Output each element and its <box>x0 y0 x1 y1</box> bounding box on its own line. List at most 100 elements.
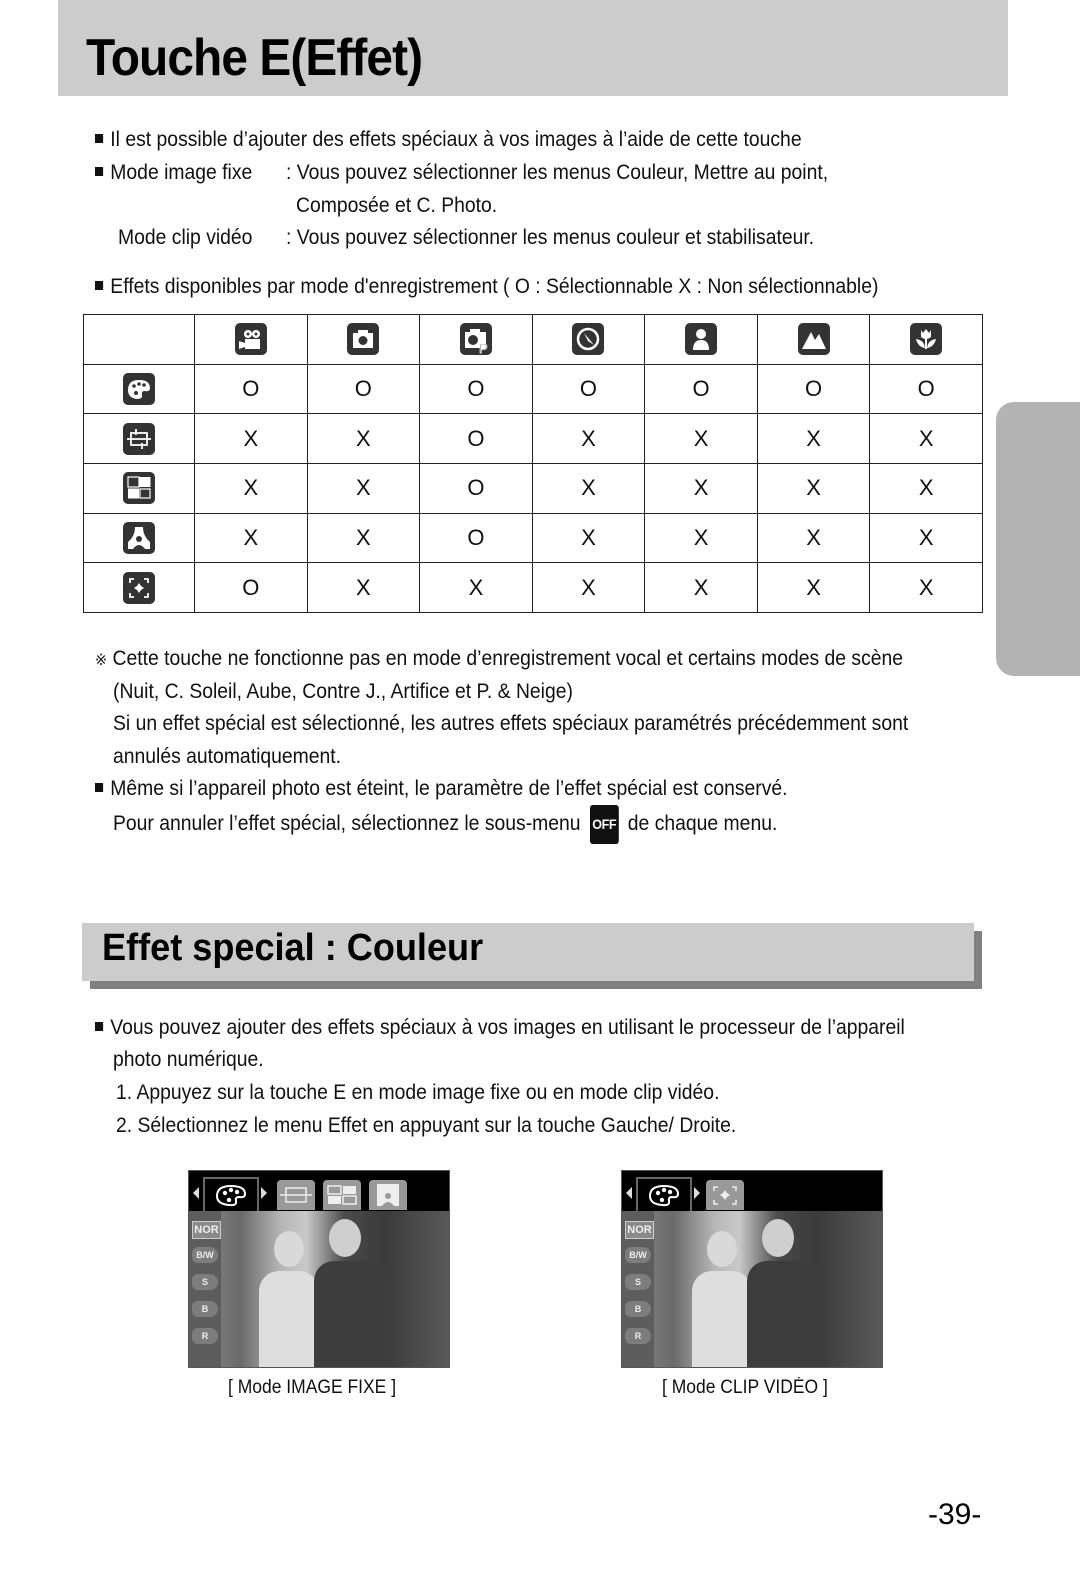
cell: X <box>194 462 308 514</box>
color-palette-icon <box>648 1184 680 1207</box>
table-row: X X O X X X X <box>83 512 983 564</box>
caption-still: [ Mode IMAGE FIXE ] <box>228 1377 397 1398</box>
menu-item-normal[interactable]: NOR <box>625 1221 654 1239</box>
cell: X <box>644 512 758 564</box>
cell: O <box>419 413 533 464</box>
program-camera-icon: P <box>459 323 492 356</box>
stabilizer-icon <box>706 1180 744 1210</box>
right-arrow-icon <box>261 1187 267 1199</box>
cell: X <box>194 512 308 564</box>
row-highlight <box>83 413 195 464</box>
col-night <box>531 314 646 365</box>
cell: X <box>869 413 983 464</box>
mode-video-text: : Vous pouvez sélectionner les menus cou… <box>286 225 815 249</box>
menu-item-bw[interactable]: B/W <box>625 1247 651 1263</box>
cell: O <box>194 363 308 415</box>
composite-icon <box>123 472 155 505</box>
intro-text: Il est possible d’ajouter des effets spé… <box>110 127 802 151</box>
col-portrait <box>644 314 758 365</box>
menu-item-red[interactable]: R <box>625 1328 651 1344</box>
side-tab <box>996 402 1080 676</box>
section-text: photo numérique. <box>113 1047 264 1071</box>
color-menu-column: NOR B/W S B R <box>622 1211 654 1367</box>
table-row: O O O O O O O <box>83 363 983 415</box>
intro-line: Il est possible d’ajouter des effets spé… <box>95 123 802 156</box>
auto-camera-icon <box>347 323 380 356</box>
cell: X <box>306 462 421 514</box>
photo-subject-suit <box>747 1261 822 1367</box>
menu-item-red[interactable]: R <box>192 1328 218 1344</box>
note-text: Si un effet spécial est sélectionné, les… <box>113 711 909 735</box>
left-arrow-icon <box>626 1187 632 1199</box>
menu-item-sepia[interactable]: S <box>192 1274 218 1290</box>
cell: X <box>531 562 646 613</box>
photo-subject <box>329 1219 361 1257</box>
left-arrow-icon <box>193 1187 199 1199</box>
lcd-screen-still: NOR B/W S B R <box>188 1170 450 1368</box>
cell: O <box>306 363 421 415</box>
mode-still-text-2: Composée et C. Photo. <box>296 193 498 217</box>
note-text: Même si l’appareil photo est éteint, le … <box>110 776 788 800</box>
photo-subject <box>274 1231 304 1267</box>
menu-item-sepia[interactable]: S <box>625 1274 651 1290</box>
bullet-icon <box>95 166 104 176</box>
cell: X <box>644 562 758 613</box>
cell: X <box>306 562 421 613</box>
caption-video: [ Mode CLIP VIDÉO ] <box>662 1377 828 1398</box>
cell: X <box>869 562 983 613</box>
menu-item-blue[interactable]: B <box>625 1301 651 1317</box>
section-header: Effet special : Couleur <box>82 923 974 981</box>
cell: X <box>869 512 983 564</box>
step-2: 2. Sélectionnez le menu Effet en appuyan… <box>116 1113 737 1137</box>
cell: X <box>756 562 871 613</box>
cell: O <box>419 462 533 514</box>
menu-item-normal[interactable]: NOR <box>192 1221 221 1239</box>
cell: X <box>644 462 758 514</box>
col-program: P <box>419 314 533 365</box>
menu-item-blue[interactable]: B <box>192 1301 218 1317</box>
note-text: annulés automatiquement. <box>113 744 342 768</box>
cell: X <box>756 413 871 464</box>
table-row: X X O X X X X <box>83 413 983 464</box>
note-line: Même si l’appareil photo est éteint, le … <box>95 772 788 805</box>
cell: O <box>419 512 533 564</box>
effect-tab-color-selected <box>636 1177 692 1213</box>
section-text: Vous pouvez ajouter des effets spéciaux … <box>110 1015 905 1039</box>
cell: O <box>869 363 983 415</box>
section-line: Vous pouvez ajouter des effets spéciaux … <box>95 1011 905 1044</box>
movie-clip-icon <box>234 323 267 356</box>
menu-item-bw[interactable]: B/W <box>192 1247 218 1263</box>
portrait-icon <box>685 323 718 356</box>
cell: X <box>869 462 983 514</box>
col-auto <box>306 314 421 365</box>
night-scene-icon <box>572 323 605 356</box>
macro-flower-icon <box>910 323 943 356</box>
note-text: Cette touche ne fonctionne pas en mode d… <box>112 646 904 670</box>
bullet-icon <box>95 1021 104 1031</box>
bullet-icon <box>95 782 104 792</box>
bullet-icon <box>95 133 104 143</box>
cell: X <box>531 512 646 564</box>
cell: X <box>756 462 871 514</box>
note-text: Pour annuler l’effet spécial, sélectionn… <box>113 811 581 836</box>
highlight-frame-icon <box>277 1180 315 1210</box>
table-header-row: P <box>83 314 983 365</box>
lcd-screen-video: NOR B/W S B R <box>621 1170 883 1368</box>
effect-menu-bar <box>189 1171 449 1213</box>
corner-cell <box>83 314 195 365</box>
highlight-frame-icon <box>123 422 155 455</box>
table-caption-text: Effets disponibles par mode d'enregistre… <box>110 274 879 298</box>
stabilizer-icon <box>123 571 155 604</box>
effect-tab-color-selected <box>203 1177 259 1213</box>
cell: X <box>306 512 421 564</box>
bullet-icon <box>95 280 104 290</box>
cell: O <box>531 363 646 415</box>
mode-still-text: : Vous pouvez sélectionner les menus Cou… <box>286 160 829 184</box>
row-composite <box>83 462 195 514</box>
photo-subject <box>707 1231 737 1267</box>
off-icon: OFF <box>589 805 619 844</box>
mode-video-label: Mode clip vidéo <box>118 225 253 249</box>
preview-photo <box>189 1211 449 1367</box>
cell: X <box>644 413 758 464</box>
step-1: 1. Appuyez sur la touche E en mode image… <box>116 1080 720 1104</box>
